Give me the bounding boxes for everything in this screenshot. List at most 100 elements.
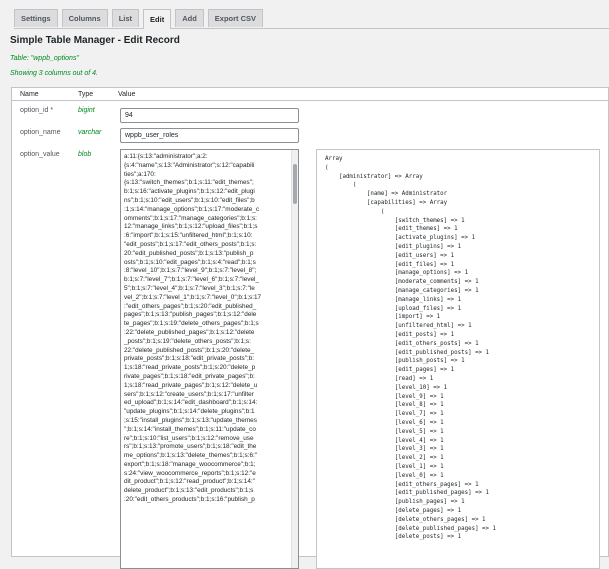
option-value-line: :22:"delete_published_pages";b:1;s:12:"d…	[124, 328, 255, 336]
dump-line: [edit_published_posts] => 1	[325, 349, 490, 356]
tab-list[interactable]: List	[111, 9, 140, 27]
dump-line: [delete_published_pages] => 1	[325, 525, 497, 532]
dump-line: [level_3] => 1	[325, 446, 444, 453]
dump-line: [edit_pages] => 1	[325, 367, 455, 374]
tab-settings[interactable]: Settings	[14, 9, 58, 27]
tab-bar: Settings Columns List Edit Add Export CS…	[14, 9, 609, 29]
dump-line: [edit_plugins] => 1	[325, 244, 462, 250]
dump-line: [manage_options] => 1	[325, 270, 469, 277]
dump-line: [edit_others_pages] => 1	[325, 481, 479, 488]
dump-line: [manage_categories] => 1	[325, 288, 479, 294]
option-value-line: b:1;s:16:"activate_plugins";b:1;s:12:"ed…	[124, 188, 255, 196]
option-value-line: s:24:"view_woocommerce_reports";b:1;s:12…	[124, 469, 256, 477]
option-value-line: ed_upload";b:1;s:14:"edit_dashboard";b:1…	[124, 399, 258, 407]
page-title: Simple Table Manager - Edit Record	[10, 35, 180, 46]
dump-line: [edit_published_pages] => 1	[325, 490, 490, 497]
option-value-line: ;s:15:"install_plugins";b:1;s:13:"update…	[124, 416, 257, 424]
option-value-line: 22:"delete_published_posts";b:1;s:20:"de…	[124, 346, 255, 354]
option-value-line: osts";b:1;s:10:"edit_pages";b:1;s:4:"rea…	[124, 258, 256, 266]
field-name-option-value: option_value	[20, 151, 60, 158]
dump-line: [edit_posts] => 1	[325, 332, 455, 338]
dump-line: [level_6] => 1	[325, 420, 444, 426]
option-id-input[interactable]	[120, 108, 299, 123]
option-value-line: {s:4:"name";s:13:"Administrator";s:12:"c…	[124, 161, 255, 169]
option-value-line: _posts";b:1;s:19:"delete_others_posts";b…	[124, 337, 251, 345]
option-value-line: ties";a:170:	[124, 170, 156, 178]
dump-line: [level_1] => 1	[325, 464, 444, 470]
dump-line: [switch_themes] => 1	[325, 217, 465, 224]
dump-line: [publish_pages] => 1	[325, 499, 465, 506]
option-value-line: :6:"import";b:1;s:15:"unfiltered_html";b…	[124, 232, 253, 240]
option-value-line: dit_product";b:1;s:12:"read_product";b:1…	[124, 478, 255, 486]
dump-line: [level_0] => 1	[325, 472, 444, 479]
textarea-scrollbar-thumb[interactable]	[293, 164, 297, 204]
option-value-line: 5";b:1;s:7:"level_4";b:1;s:7:"level_3";b…	[124, 284, 255, 292]
option-value-line: export";b:1;s:18:"manage_woocommerce";b:…	[124, 460, 256, 468]
textarea-scrollbar[interactable]	[291, 150, 298, 568]
field-type-option-name: varchar	[78, 129, 102, 136]
option-value-line: "update_plugins";b:1;s:14:"delete_plugin…	[124, 408, 255, 416]
option-value-line: 1;s:18:"read_private_pages";b:1;s:12:"de…	[124, 381, 258, 389]
dump-line: [level_8] => 1	[325, 402, 444, 409]
dump-line: [level_7] => 1	[325, 411, 444, 418]
option-value-line: omments";b:1;s:17:"manage_categories";b:…	[124, 214, 257, 222]
dump-line: [read] => 1	[325, 376, 434, 382]
dump-line: [level_10] => 1	[325, 384, 448, 391]
dump-line: [moderate_comments] => 1	[325, 279, 479, 286]
dump-line: [edit_themes] => 1	[325, 226, 458, 233]
table-header: Name Type Value	[12, 88, 608, 101]
option-value-textarea[interactable]: a:11:{s:13:"administrator";a:2: {s:4:"nam…	[120, 149, 299, 569]
option-value-line: :"edit_others_pages";b:1;s:20:"edit_publ…	[124, 302, 257, 310]
dump-line: [level_9] => 1	[325, 393, 444, 400]
dump-line: [publish_posts] => 1	[325, 358, 465, 365]
columns-count-note: Showing 3 columns out of 4.	[10, 70, 98, 77]
dump-line: [edit_others_posts] => 1	[325, 340, 479, 347]
dump-line: [activate_plugins] => 1	[325, 235, 476, 242]
option-value-line: 20:"edit_published_posts";b:1;s:13:"publ…	[124, 249, 254, 257]
dump-line: [import] => 1	[325, 314, 441, 321]
option-value-text: a:11:{s:13:"administrator";a:2: {s:4:"nam…	[124, 153, 290, 505]
option-value-line: {s:13:"switch_themes";b:1;s:11:"edit_the…	[124, 179, 254, 187]
option-value-line: pages";b:1;s:13:"publish_pages";b:1;s:12…	[124, 311, 257, 319]
dump-line: Array	[325, 156, 343, 162]
option-value-line: private_posts";b:1;s:18:"edit_private_po…	[124, 355, 255, 363]
field-type-option-value: blob	[78, 151, 92, 158]
option-value-line: rs";b:1;s:13:"promote_users";b:1;s:18:"e…	[124, 443, 257, 451]
option-value-line: :20:"edit_others_products";b:1;s:16:"pub…	[124, 496, 255, 504]
dump-line: [upload_files] => 1	[325, 305, 462, 312]
option-value-line: vel_2";b:1;s:7:"level_1";b:1;s:7:"level_…	[124, 293, 262, 301]
option-value-line: ns";b:1;s:10:"edit_users";b:1;s:10:"edit…	[124, 196, 255, 204]
dump-line: [level_2] => 1	[325, 455, 444, 462]
option-value-line: 12:"manage_links";b:1;s:12:"upload_files…	[124, 223, 258, 231]
dump-line: [delete_others_pages] => 1	[325, 516, 486, 523]
dump-line: [delete_pages] => 1	[325, 508, 462, 514]
table-name-note: Table: "wppb_options"	[10, 55, 79, 62]
option-value-line: rivate_pages";b:1;s:18:"edit_private_pag…	[124, 372, 255, 380]
header-value: Value	[118, 91, 136, 98]
dump-line: [name] => Administrator	[325, 191, 448, 198]
dump-line: [delete_posts] => 1	[325, 534, 462, 541]
option-value-line: delete_product";b:1;s:13:"edit_products"…	[124, 487, 254, 495]
option-value-line: a:11:{s:13:"administrator";a:2:	[124, 153, 208, 160]
option-value-line: re";b:1;s:10:"list_users";b:1;s:12:"remo…	[124, 434, 254, 442]
option-value-line: ";b:1;s:14:"install_themes";b:1;s:11:"up…	[124, 425, 256, 433]
tab-export-csv[interactable]: Export CSV	[207, 9, 264, 27]
option-value-line: :1;s:14:"manage_options";b:1;s:17:"moder…	[124, 205, 260, 213]
tab-edit[interactable]: Edit	[143, 9, 172, 29]
dump-line: (	[325, 208, 385, 215]
tab-add[interactable]: Add	[175, 9, 204, 27]
dump-line: [edit_files] => 1	[325, 261, 455, 268]
dump-line: [level_5] => 1	[325, 428, 444, 435]
edit-record-panel: Name Type Value option_id * bigint optio…	[11, 87, 609, 569]
header-type: Type	[78, 91, 94, 98]
tab-columns[interactable]: Columns	[61, 9, 108, 27]
dump-line: [administrator] => Array	[325, 173, 423, 180]
dump-line: [level_4] => 1	[325, 437, 444, 444]
option-value-line: 1;s:18:"read_private_posts";b:1;s:20:"de…	[124, 364, 256, 372]
array-dump-preview: Array ( [administrator] => Array ( [name]…	[316, 149, 600, 569]
field-type-option-id: bigint	[78, 107, 95, 114]
header-name: Name	[20, 91, 39, 98]
option-name-input[interactable]	[120, 128, 299, 143]
option-value-line: me_options";b:1;s:13:"delete_themes";b:1…	[124, 452, 258, 460]
option-value-line: "edit_posts";b:1;s:17:"edit_others_posts…	[124, 240, 257, 248]
